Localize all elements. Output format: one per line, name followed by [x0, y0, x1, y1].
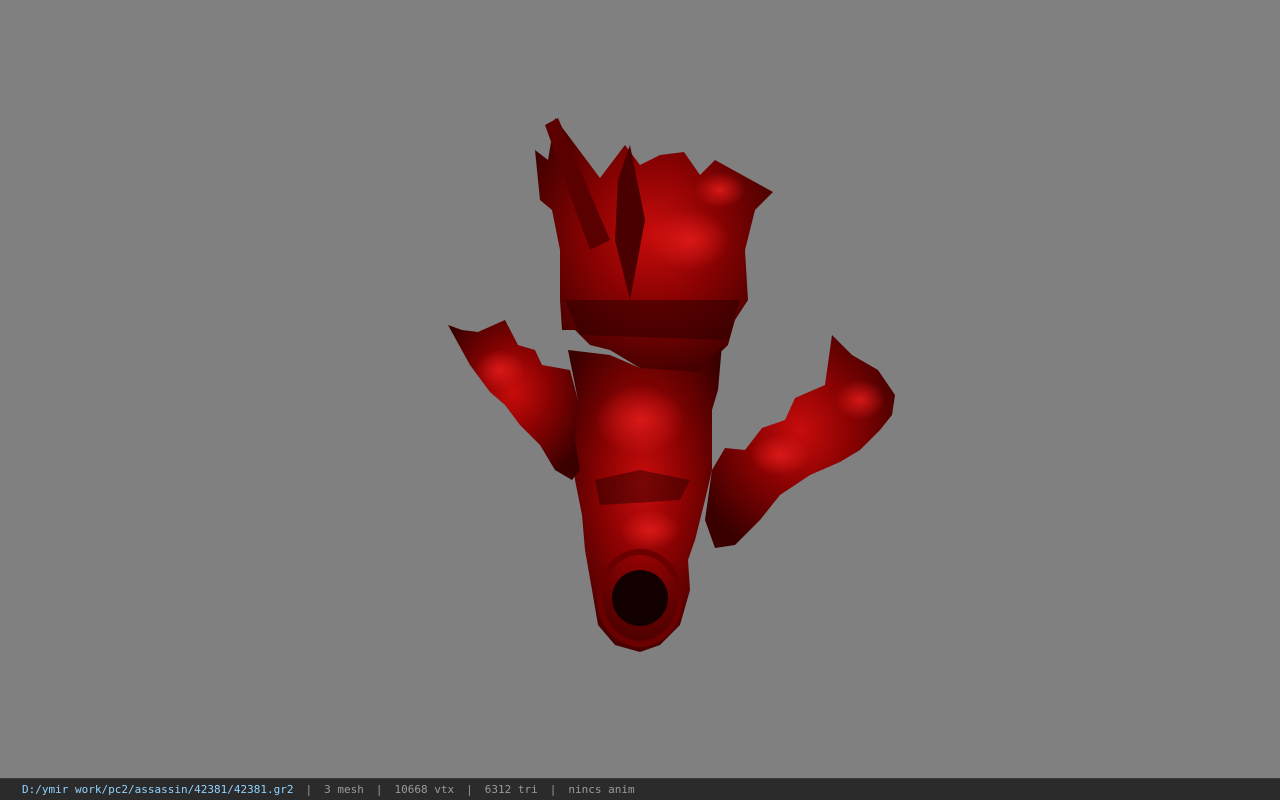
separator: | [375, 783, 383, 796]
texture-highlight [620, 510, 680, 550]
texture-highlight [695, 172, 745, 208]
vertex-count: 10668 vtx [394, 783, 455, 796]
texture-highlight [835, 380, 885, 420]
file-path: D:/ymir work/pc2/assassin/42381/42381.gr… [22, 783, 294, 796]
3d-viewport[interactable] [0, 0, 1280, 778]
separator: | [466, 783, 473, 796]
texture-highlight [475, 350, 525, 390]
collar-opening [612, 570, 668, 626]
animation-status: nincs anim [568, 783, 635, 796]
armor-model[interactable] [0, 0, 1280, 778]
sleeve-left [448, 320, 580, 480]
texture-highlight [595, 385, 685, 455]
texture-highlight [750, 435, 810, 475]
texture-shadow [565, 300, 740, 340]
texture-highlight [650, 210, 730, 270]
separator: | [549, 783, 557, 796]
status-bar: D:/ymir work/pc2/assassin/42381/42381.gr… [0, 778, 1280, 800]
separator: | [305, 783, 313, 796]
triangle-count: 6312 tri [484, 783, 538, 796]
mesh-count: 3 mesh [324, 783, 364, 796]
